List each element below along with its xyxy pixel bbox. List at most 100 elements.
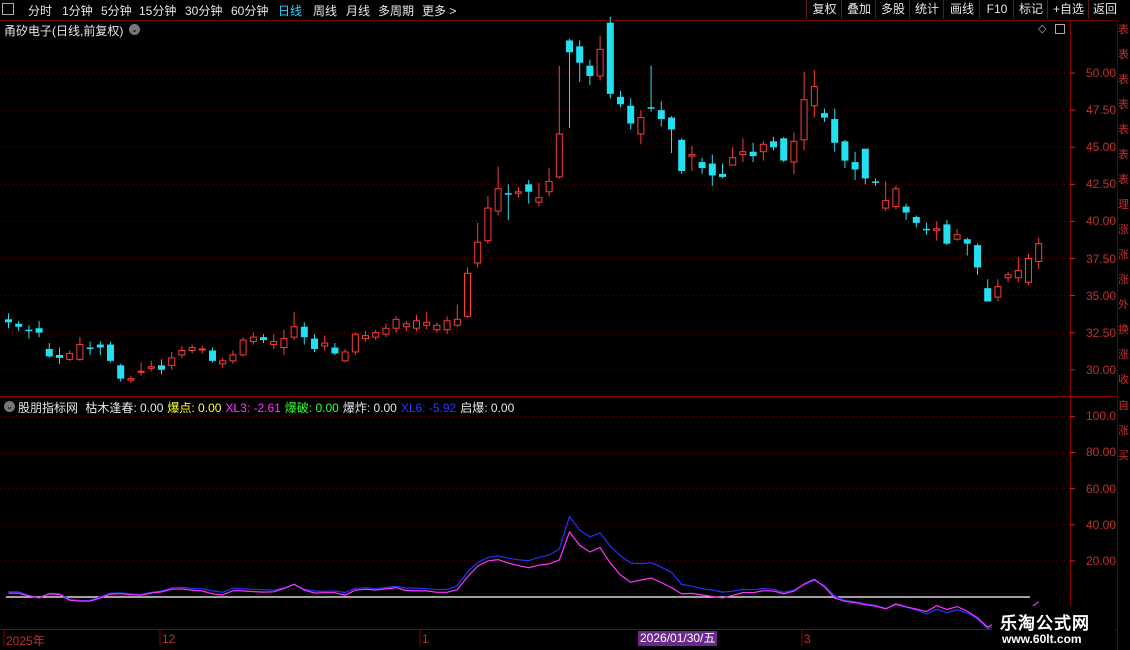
candle-body <box>974 245 981 268</box>
right-strip-char: 表 <box>1118 149 1129 161</box>
indicator-name: 股朋指标网 <box>18 401 79 415</box>
candle-body <box>249 336 257 343</box>
candle-body <box>872 181 879 183</box>
indicator-legend: 股朋指标网 枯木逢春: 0.00 爆点: 0.00 XL3: -2.61 爆破: 0.… <box>18 399 518 416</box>
candle-body <box>290 326 298 338</box>
indicator-axis-label: 40.00 <box>1085 517 1116 532</box>
right-strip-char: 买 <box>1118 450 1129 462</box>
candle-body <box>1025 258 1032 283</box>
candle-body <box>555 133 563 178</box>
indicator-axis-label: 60.00 <box>1085 481 1116 496</box>
candle-body <box>147 366 155 369</box>
candle-body <box>35 328 43 333</box>
candle-body <box>800 99 808 141</box>
candle-body <box>402 323 410 328</box>
price-chart[interactable] <box>0 0 1130 650</box>
right-strip-char: 涨 <box>1118 274 1129 286</box>
candle-body <box>300 326 308 338</box>
candle-body <box>311 338 318 349</box>
candle-body <box>45 348 53 357</box>
candle-body <box>239 339 247 356</box>
candle-body <box>606 22 614 94</box>
candle-body <box>66 352 74 360</box>
candle-body <box>943 224 951 244</box>
candle-body <box>535 197 543 203</box>
candle-body <box>770 141 777 148</box>
candle-body <box>464 272 471 317</box>
candle-body <box>810 85 818 107</box>
candle-body <box>790 140 798 163</box>
candle-body <box>443 320 451 331</box>
candle-body <box>1004 274 1012 279</box>
candle-body <box>698 162 706 169</box>
right-strip-char: 收 <box>1118 374 1129 386</box>
price-axis-label: 50.00 <box>1085 66 1116 81</box>
right-strip-char: 表 <box>1118 49 1129 61</box>
indicator-axis-label: 100.0 <box>1085 409 1116 424</box>
candle-body <box>382 327 390 335</box>
candle-body <box>821 113 828 118</box>
candle-body <box>545 180 553 193</box>
date-axis-label: 3 <box>804 632 811 646</box>
candle-body <box>688 154 696 157</box>
candle-body <box>525 184 533 192</box>
price-axis-label: 37.50 <box>1085 251 1116 266</box>
candle-body <box>831 119 839 143</box>
candle-body <box>984 288 992 302</box>
right-strip-char: 涨 <box>1118 224 1129 236</box>
price-axis-label: 35.00 <box>1085 288 1116 303</box>
candle-body <box>362 335 369 340</box>
candle-body <box>647 107 655 109</box>
candle-body <box>892 188 900 208</box>
price-axis-label: 32.50 <box>1085 325 1116 340</box>
indicator-field: XL6: -5.92 <box>400 401 457 415</box>
candle-body <box>678 139 686 171</box>
candle-body <box>780 138 788 161</box>
price-axis-label: 42.50 <box>1085 177 1116 192</box>
candle-body <box>566 40 573 53</box>
candle-body <box>413 320 420 329</box>
price-axis-label: 30.00 <box>1085 362 1116 377</box>
candle-body <box>759 143 767 153</box>
candle-body <box>321 342 329 347</box>
indicator-field: 枯木逢春: 0.00 <box>85 401 164 415</box>
candle-body <box>107 344 114 361</box>
indicator-field: 爆炸: 0.00 <box>342 401 397 415</box>
candle-body <box>637 117 645 135</box>
candle-body <box>994 286 1002 298</box>
right-strip-char: 表 <box>1118 99 1129 111</box>
candle-body <box>137 370 145 373</box>
indicator-menu-icon[interactable]: ⌄ <box>4 401 15 412</box>
right-strip-char: 表 <box>1118 24 1129 36</box>
date-axis-label: 1 <box>422 632 429 646</box>
candle-body <box>912 216 920 223</box>
right-strip-char: 表 <box>1118 174 1129 186</box>
candle-body <box>749 151 757 157</box>
candle-body <box>861 148 869 179</box>
right-strip-char: 自 <box>1118 400 1129 412</box>
candle-body <box>708 163 716 176</box>
candle-body <box>86 347 94 349</box>
candle-body <box>474 241 482 264</box>
indicator-axis-label: 80.00 <box>1085 445 1116 460</box>
candle-body <box>219 360 227 365</box>
indicator-field: 启爆: 0.00 <box>460 401 515 415</box>
right-strip-char: 涨 <box>1118 425 1129 437</box>
candle-body <box>341 351 349 362</box>
candle-body <box>433 324 441 331</box>
right-strip-char: 涨 <box>1118 349 1129 361</box>
candle-body <box>719 173 726 177</box>
candle-body <box>229 354 237 362</box>
candle-body <box>504 193 512 195</box>
candle-body <box>484 207 492 242</box>
candle-body <box>56 354 63 358</box>
candle-body <box>963 239 971 244</box>
candle-body <box>729 157 737 166</box>
candle-body <box>178 349 186 356</box>
candle-body <box>494 188 502 212</box>
candle-body <box>198 348 206 351</box>
candle-body <box>1014 269 1022 279</box>
candle-body <box>392 318 400 329</box>
candle-body <box>923 228 930 231</box>
price-axis-label: 47.50 <box>1085 103 1116 118</box>
